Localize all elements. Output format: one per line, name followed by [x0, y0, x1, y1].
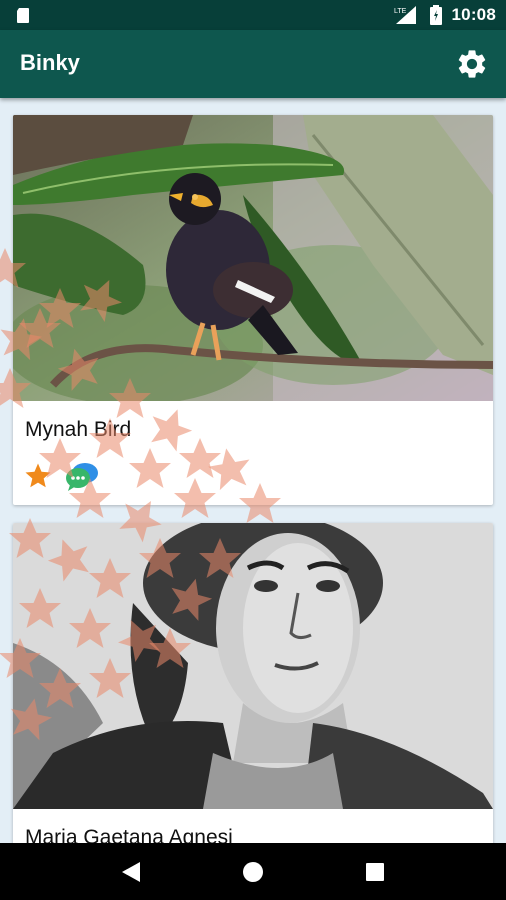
- recents-button[interactable]: [355, 852, 395, 892]
- recents-icon: [366, 862, 384, 881]
- network-type-label: LTE: [394, 8, 407, 15]
- agnesi-portrait-engraving: [13, 523, 493, 809]
- battery-icon: [429, 5, 442, 25]
- signal-icon: LTE: [394, 6, 416, 24]
- card-maria-gaetana-agnesi[interactable]: Maria Gaetana Agnesi: [13, 523, 493, 863]
- app-bar: Binky: [0, 30, 506, 98]
- status-bar: LTE 10:08: [0, 0, 506, 30]
- gear-icon: [458, 50, 486, 78]
- app-title: Binky: [20, 50, 80, 75]
- mynah-bird-photo: [13, 115, 493, 401]
- star-icon[interactable]: [23, 461, 53, 491]
- clock: 10:08: [451, 5, 496, 24]
- home-button[interactable]: [233, 852, 273, 892]
- sd-card-icon: [17, 8, 29, 23]
- card-title: Mynah Bird: [25, 418, 132, 441]
- settings-button[interactable]: [452, 44, 492, 84]
- card-actions: [23, 461, 99, 491]
- back-button[interactable]: [111, 852, 151, 892]
- chat-bubbles-icon[interactable]: [65, 461, 99, 491]
- home-icon: [243, 861, 263, 882]
- back-icon: [122, 861, 140, 882]
- navigation-bar: [0, 843, 506, 900]
- card-mynah-bird[interactable]: Mynah Bird: [13, 115, 493, 505]
